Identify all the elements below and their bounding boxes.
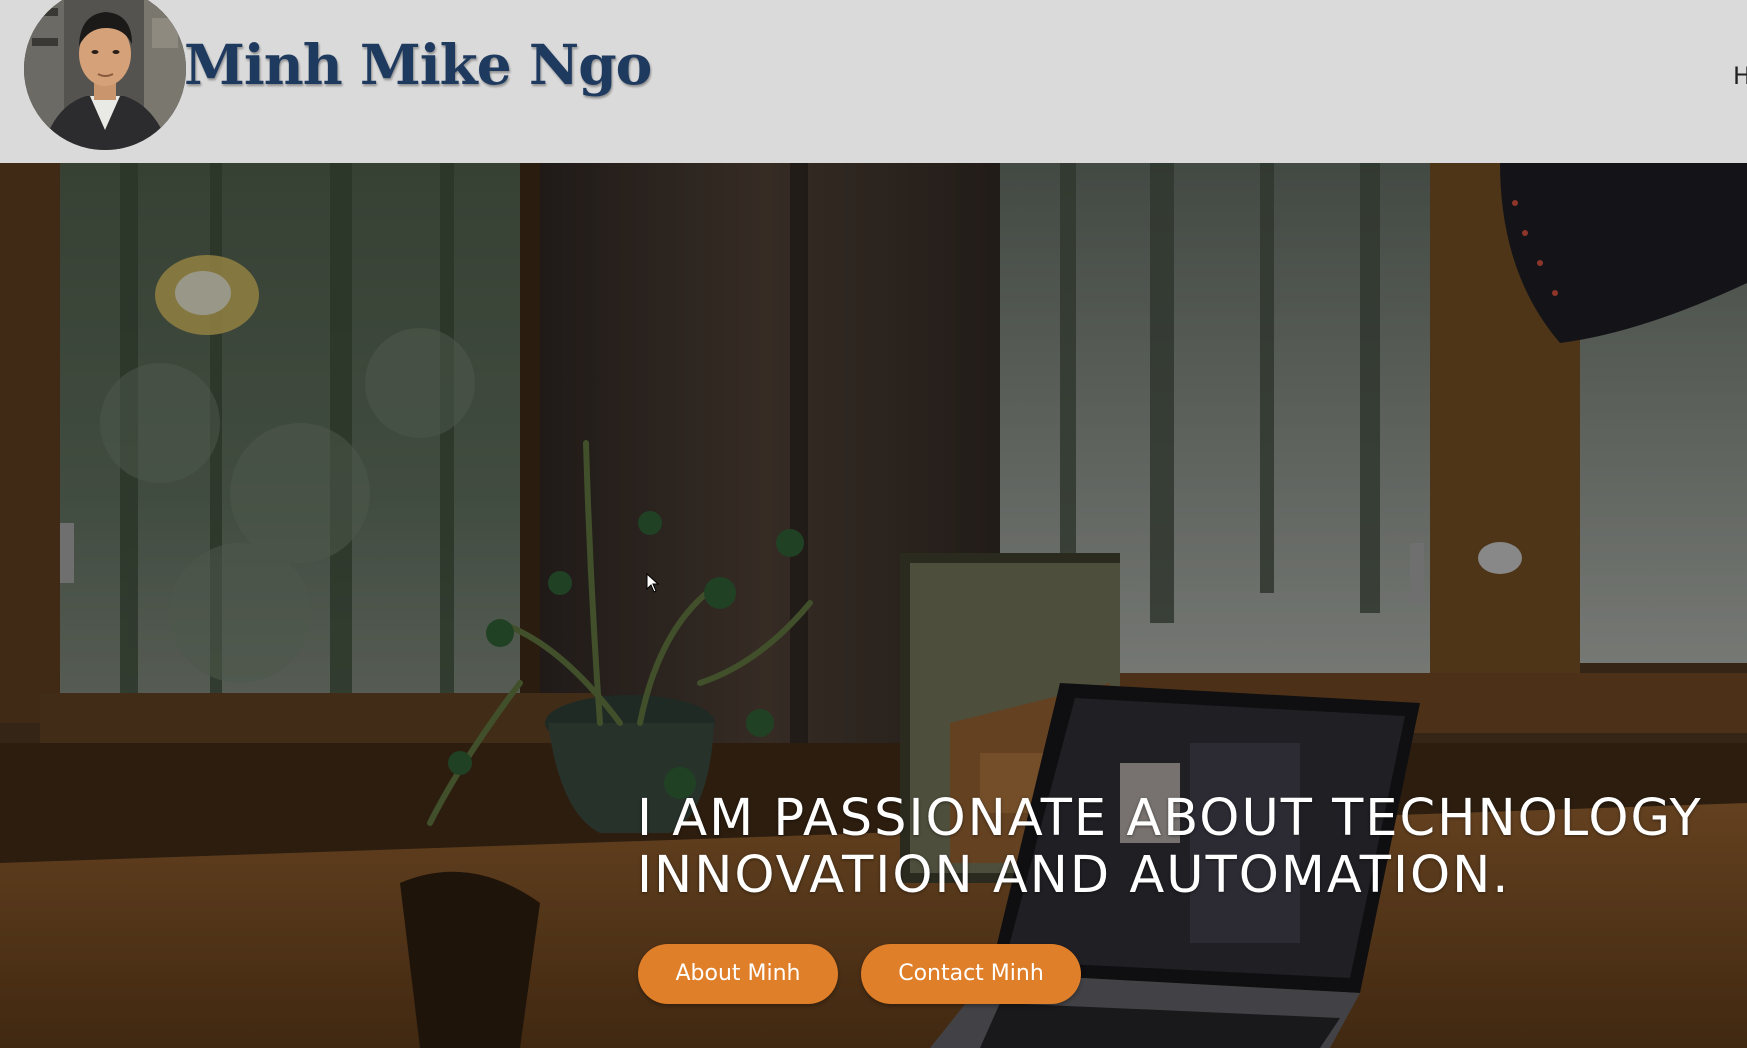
mouse-cursor-icon (646, 573, 660, 593)
hero-headline-line-1: I AM PASSIONATE ABOUT TECHNOLOGY (637, 789, 1703, 848)
about-minh-button[interactable]: About Minh (638, 944, 838, 1004)
contact-minh-button[interactable]: Contact Minh (861, 944, 1081, 1004)
hero-headline-line-2: INNOVATION AND AUTOMATION. (637, 846, 1511, 905)
site-brand-name[interactable]: Minh Mike Ngo (184, 32, 652, 97)
hero-section: I AM PASSIONATE ABOUT TECHNOLOGY INNOVAT… (0, 163, 1747, 1048)
hero-dark-overlay (0, 163, 1747, 1048)
site-header: Minh Mike Ngo H (0, 0, 1747, 163)
person-photo-icon (24, 0, 186, 150)
avatar[interactable] (24, 0, 186, 150)
nav-link-home-partial[interactable]: H (1733, 62, 1747, 90)
hero-headline: I AM PASSIONATE ABOUT TECHNOLOGY INNOVAT… (637, 790, 1747, 904)
